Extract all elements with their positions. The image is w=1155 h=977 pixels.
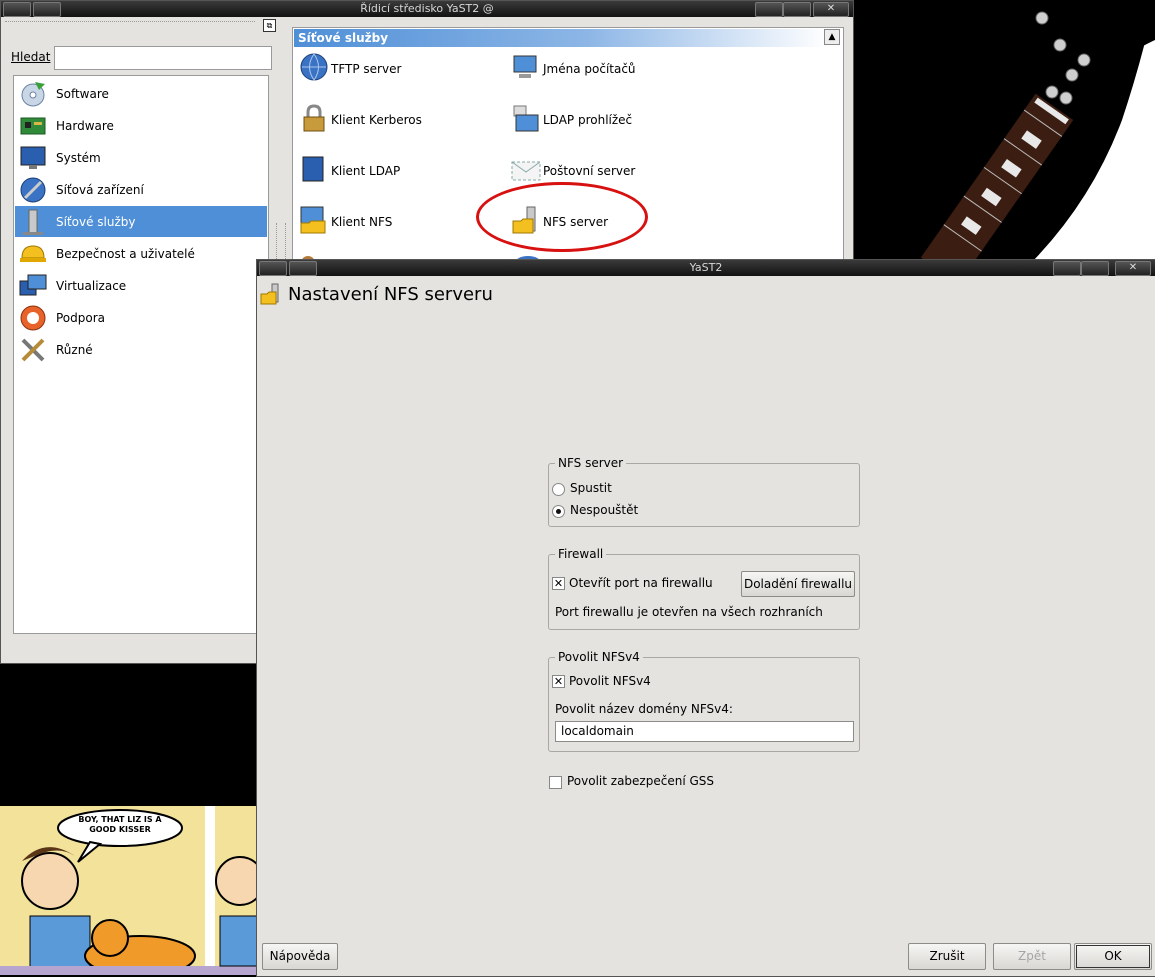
nfs-server-group: NFS server bbox=[548, 456, 860, 527]
folder-monitor-icon bbox=[300, 206, 326, 234]
module-hostnames[interactable]: Jména počítačů bbox=[511, 52, 711, 84]
start-radio-label[interactable]: Spustit bbox=[570, 481, 612, 495]
category-network-devices[interactable]: Síťová zařízení bbox=[15, 174, 267, 205]
hardware-icon bbox=[20, 117, 46, 135]
firewall-status-text: Port firewallu je otevřen na všech rozhr… bbox=[555, 605, 823, 619]
no-start-radio-label[interactable]: Nespouštět bbox=[570, 503, 638, 517]
ok-button[interactable]: OK bbox=[1074, 943, 1152, 970]
software-icon bbox=[21, 82, 45, 107]
category-security-users[interactable]: Bezpečnost a uživatelé bbox=[15, 238, 267, 269]
no-start-radio[interactable] bbox=[552, 505, 565, 518]
ldap-icon bbox=[513, 105, 539, 132]
window-sticky-button[interactable] bbox=[289, 261, 317, 276]
category-virtualization[interactable]: Virtualizace bbox=[15, 270, 267, 301]
firewall-details-button[interactable]: Doladění firewallu bbox=[741, 571, 855, 597]
enable-nfsv4-checkbox[interactable]: ✕ bbox=[552, 675, 565, 688]
misc-icon bbox=[21, 338, 45, 362]
lock-icon bbox=[303, 104, 325, 132]
back-button[interactable]: Zpět bbox=[993, 943, 1071, 970]
window-menu-button[interactable] bbox=[3, 2, 31, 17]
network-devices-icon bbox=[20, 177, 46, 203]
module-tftp-server[interactable]: TFTP server bbox=[299, 52, 499, 84]
wallpaper-comic: BOY, THAT LIZ IS A GOOD KISSER bbox=[0, 806, 258, 975]
yast-window-title: YaST2 bbox=[689, 261, 723, 274]
mail-icon bbox=[511, 161, 541, 181]
close-button[interactable]: ✕ bbox=[813, 2, 849, 17]
security-icon bbox=[20, 245, 46, 262]
category-network-services[interactable]: Síťové služby bbox=[15, 206, 267, 237]
module-mail-server[interactable]: Poštovní server bbox=[511, 154, 711, 186]
globe-icon bbox=[300, 53, 328, 81]
nfsv4-group-title: Povolit NFSv4 bbox=[555, 650, 643, 664]
network-services-icon bbox=[23, 209, 43, 235]
module-kerberos-client[interactable]: Klient Kerberos bbox=[299, 103, 499, 135]
comic-speech: BOY, THAT LIZ IS A GOOD KISSER bbox=[78, 815, 162, 834]
search-label: Hledat bbox=[11, 50, 51, 64]
minimize-button[interactable] bbox=[755, 2, 783, 17]
maximize-button[interactable] bbox=[783, 2, 811, 17]
search-input[interactable] bbox=[54, 46, 272, 70]
cancel-button[interactable]: Zrušit bbox=[908, 943, 986, 970]
category-list: Software Hardware Systém Síťová zařízení… bbox=[13, 75, 269, 634]
nfs-server-group-title: NFS server bbox=[555, 456, 627, 470]
gss-checkbox[interactable] bbox=[549, 776, 562, 789]
window-menu-button[interactable] bbox=[259, 261, 287, 276]
domain-label: Povolit název domény NFSv4: bbox=[555, 702, 733, 716]
open-port-label[interactable]: Otevřít port na firewallu bbox=[569, 576, 713, 590]
section-title: Síťové služby bbox=[294, 29, 828, 47]
module-ldap-browser[interactable]: LDAP prohlížeč bbox=[511, 103, 711, 135]
toggle-view-button[interactable]: ⧉ bbox=[263, 19, 276, 32]
maximize-button[interactable] bbox=[1081, 261, 1109, 276]
dialog-title: Nastavení NFS serveru bbox=[288, 284, 493, 305]
control-center-titlebar[interactable]: Řídicí středisko YaST2 @ ✕ bbox=[1, 1, 853, 17]
gss-label[interactable]: Povolit zabezpečení GSS bbox=[567, 774, 714, 788]
minimize-button[interactable] bbox=[1053, 261, 1081, 276]
category-software[interactable]: Software bbox=[15, 78, 267, 109]
enable-nfsv4-label[interactable]: Povolit NFSv4 bbox=[569, 674, 651, 688]
category-misc[interactable]: Různé bbox=[15, 334, 267, 365]
window-sticky-button[interactable] bbox=[33, 2, 61, 17]
module-nfs-client[interactable]: Klient NFS bbox=[299, 205, 499, 237]
wallpaper-guitar bbox=[852, 0, 1155, 262]
start-radio[interactable] bbox=[552, 483, 565, 496]
virtualization-icon bbox=[19, 274, 47, 296]
firewall-group-title: Firewall bbox=[555, 547, 607, 561]
category-hardware[interactable]: Hardware bbox=[15, 110, 267, 141]
splitter-handle[interactable] bbox=[276, 223, 286, 263]
computer-icon bbox=[513, 55, 537, 78]
highlight-ellipse bbox=[476, 182, 648, 252]
open-port-checkbox[interactable]: ✕ bbox=[552, 577, 565, 590]
folder-server-icon bbox=[260, 283, 279, 305]
control-center-title: Řídicí středisko YaST2 @ bbox=[360, 2, 494, 15]
module-ldap-client[interactable]: Klient LDAP bbox=[299, 154, 499, 186]
system-icon bbox=[20, 146, 46, 169]
support-icon bbox=[20, 305, 46, 331]
monitor-icon bbox=[302, 156, 324, 182]
scroll-up-button[interactable]: ▲ bbox=[824, 29, 840, 45]
close-button[interactable]: ✕ bbox=[1115, 261, 1151, 276]
help-button[interactable]: Nápověda bbox=[262, 943, 338, 970]
toolbar-grip bbox=[5, 21, 255, 26]
category-support[interactable]: Podpora bbox=[15, 302, 267, 333]
domain-input[interactable]: localdomain bbox=[555, 721, 854, 742]
yast-titlebar[interactable]: YaST2 ✕ bbox=[257, 260, 1155, 276]
category-system[interactable]: Systém bbox=[15, 142, 267, 173]
